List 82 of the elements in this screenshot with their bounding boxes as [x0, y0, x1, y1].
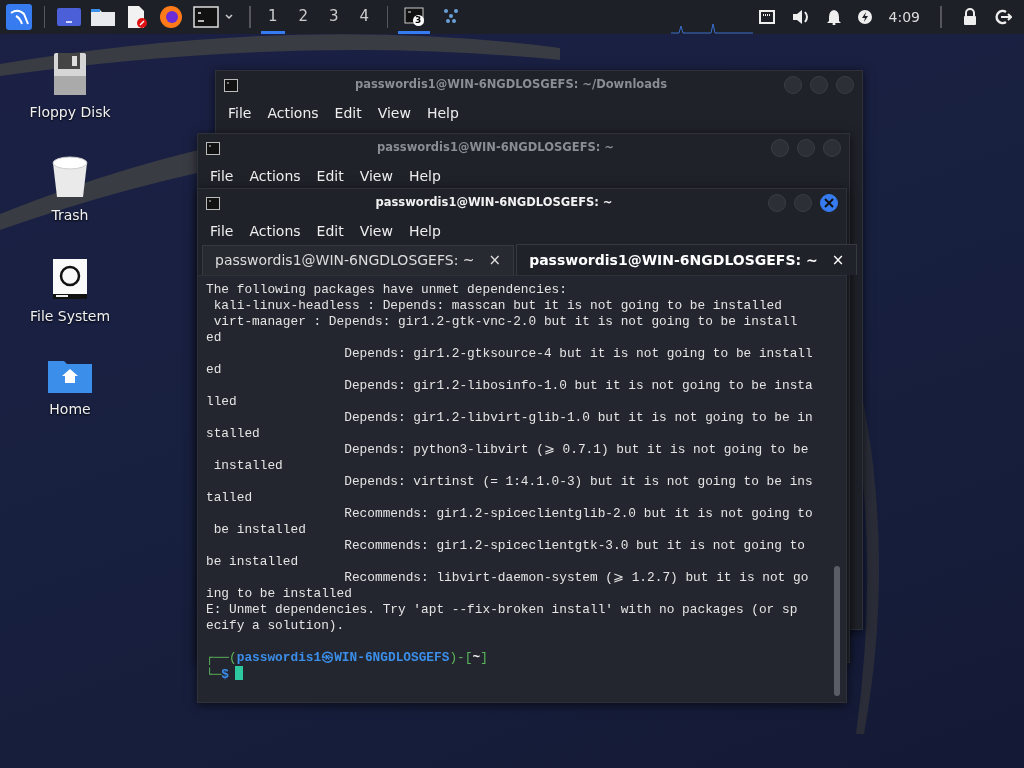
output-line: be installed: [212, 522, 307, 538]
scrollbar-thumb[interactable]: [834, 566, 840, 696]
hard-drive-icon[interactable]: [52, 258, 88, 300]
menu-item[interactable]: Actions: [259, 100, 327, 126]
menu-item[interactable]: View: [369, 100, 419, 126]
workspace-tab[interactable]: 2: [291, 0, 316, 34]
output-line: ed: [206, 330, 223, 346]
menu-item[interactable]: Help: [418, 100, 467, 126]
tab-close-button[interactable]: ×: [488, 249, 502, 272]
output-line: Depends: gir1.2-libosinfo-1.0 but it is not going to be insta: [343, 378, 814, 394]
text-cursor: [235, 666, 244, 680]
workspace-tab[interactable]: 4: [352, 0, 377, 34]
output-line: virt-manager : Depends: gir1.2-gtk-vnc-2.0 but it is not going to be install: [212, 314, 799, 330]
prompt-line: ┌──(passwordis1㉿WIN-6NGDLOSGEFS)-[~]: [206, 650, 489, 666]
output-line: kali-linux-headless : Depends: masscan but it is not going to be installed: [212, 298, 783, 314]
menu-item[interactable]: Actions: [241, 218, 309, 244]
clock[interactable]: 4:09: [888, 6, 920, 28]
menu-item[interactable]: Edit: [308, 218, 352, 244]
icon-label[interactable]: Trash: [51, 205, 89, 226]
terminal-icon: [224, 78, 238, 92]
prompt-line: └─$: [206, 666, 828, 682]
terminal-icon: [206, 196, 220, 210]
output-line: Recommends: gir1.2-spiceclientgtk-3.0 but it is not going to: [343, 538, 806, 554]
output-line: be installed: [206, 554, 300, 570]
dots-icon: [442, 7, 459, 24]
network-icon[interactable]: [758, 10, 775, 24]
tab-close-button[interactable]: ×: [831, 248, 845, 272]
menu-item[interactable]: File: [202, 163, 242, 189]
terminal-icon: [206, 141, 220, 155]
output-line: installed: [212, 458, 284, 474]
power-manager-icon[interactable]: [856, 9, 873, 25]
document-icon[interactable]: [125, 5, 150, 29]
lock-icon[interactable]: [962, 8, 978, 26]
terminal-tab[interactable]: passwordis1@WIN-6NGDLOSGEFS: ~ ×: [516, 244, 858, 275]
menu-item[interactable]: View: [351, 163, 401, 189]
icon-label[interactable]: Home: [49, 399, 91, 420]
window-title: passwordis1@WIN-6NGDLOSGEFS: ~/Downloads: [353, 76, 669, 94]
close-icon: [824, 198, 834, 208]
menu-item[interactable]: File: [202, 218, 242, 244]
tab-label[interactable]: passwordis1@WIN-6NGDLOSGEFS: ~: [529, 249, 818, 271]
menu-item[interactable]: Edit: [308, 163, 352, 189]
output-line: ed: [206, 362, 223, 378]
output-line: ecify a solution).: [206, 618, 346, 634]
menu-item[interactable]: Help: [400, 163, 449, 189]
icon-label[interactable]: File System: [29, 306, 111, 327]
trash-bin-icon[interactable]: [51, 155, 89, 199]
terminal-task-button[interactable]: 3: [397, 0, 430, 34]
terminal-icon: [403, 6, 424, 25]
menu-item[interactable]: File: [220, 100, 260, 126]
tab-label[interactable]: passwordis1@WIN-6NGDLOSGEFS: ~: [215, 250, 475, 271]
output-line: Depends: python3-libvirt (⩾ 0.7.1) but it is not going to be: [343, 442, 810, 458]
logout-icon[interactable]: [994, 9, 1012, 25]
output-line: Depends: virtinst (= 1:4.1.0-3) but it is not going to be ins: [343, 474, 814, 490]
window-title: passwordis1@WIN-6NGDLOSGEFS: ~: [374, 194, 614, 212]
window-title: passwordis1@WIN-6NGDLOSGEFS: ~: [376, 139, 615, 157]
task-count-badge: 3: [412, 15, 424, 26]
output-line: Depends: gir1.2-gtksource-4 but it is not going to be install: [343, 346, 814, 362]
output-line: talled: [206, 490, 254, 506]
folder-icon[interactable]: [91, 6, 116, 28]
close-button[interactable]: [820, 194, 838, 212]
dragon-logo-icon[interactable]: [6, 4, 32, 30]
icon-label[interactable]: Floppy Disk: [29, 102, 111, 123]
output-line: stalled: [206, 426, 261, 442]
workspace-tab[interactable]: 3: [321, 0, 346, 34]
menu-item[interactable]: Help: [400, 218, 449, 244]
output-line: Depends: gir1.2-libvirt-glib-1.0 but it is not going to be in: [343, 410, 814, 426]
home-folder-icon[interactable]: [48, 359, 92, 393]
workspace-tab[interactable]: 1: [260, 0, 285, 34]
menu-item[interactable]: Edit: [326, 100, 370, 126]
output-line: Recommends: gir1.2-spiceclientglib-2.0 but it is not going to: [343, 506, 814, 522]
volume-icon[interactable]: [790, 8, 811, 26]
notification-bell-icon[interactable]: [826, 9, 841, 25]
output-line: Recommends: libvirt-daemon-system (⩾ 1.2.7) but it is not go: [343, 570, 810, 586]
output-line: ing to be installed: [206, 586, 353, 602]
terminal-tab[interactable]: passwordis1@WIN-6NGDLOSGEFS: ~ ×: [202, 245, 515, 275]
menu-item[interactable]: Actions: [241, 163, 309, 189]
browser-icon[interactable]: [159, 5, 184, 29]
menu-item[interactable]: View: [351, 218, 401, 244]
desktop-icon[interactable]: [57, 6, 82, 28]
output-line: E: Unmet dependencies. Try 'apt --fix-broken install' with no packages (or sp: [206, 602, 799, 618]
output-line: The following packages have unmet dependencies:: [206, 282, 568, 298]
output-line: lled: [206, 394, 238, 410]
